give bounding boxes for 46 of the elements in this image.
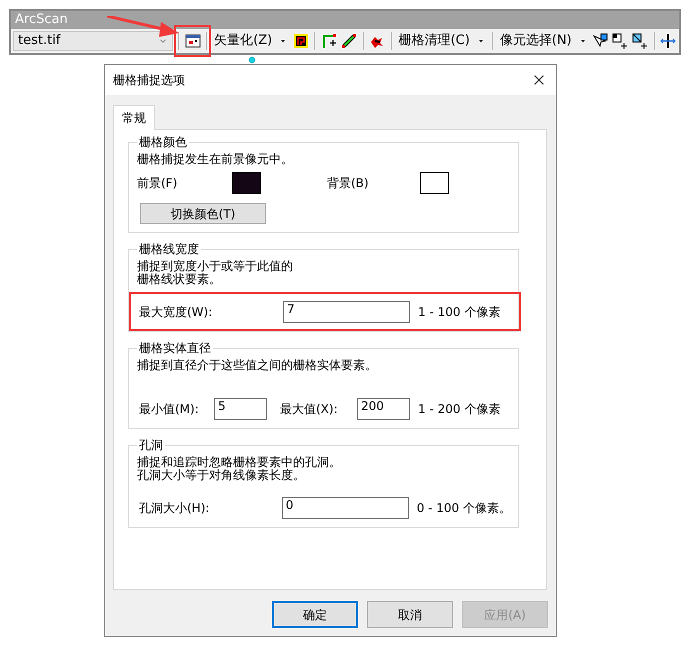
dialog-title: 栅格捕捉选项 bbox=[113, 72, 185, 89]
field-label: 最大值(X): bbox=[280, 400, 339, 418]
cursor-select-icon[interactable] bbox=[592, 33, 608, 49]
group-title: 栅格颜色 bbox=[137, 135, 189, 149]
group-title: 孔洞 bbox=[137, 438, 165, 452]
dialog-button[interactable]: 取消 bbox=[367, 601, 453, 628]
description-text: 栅格线状要素。 bbox=[137, 272, 221, 286]
description-text: 孔洞大小等于对角线像素长度。 bbox=[137, 468, 305, 482]
raster-square-icon[interactable] bbox=[292, 33, 309, 49]
number-field[interactable]: 5 bbox=[214, 398, 267, 420]
arrow-icon bbox=[107, 16, 182, 38]
swap-colors-button[interactable]: 切换颜色(T) bbox=[140, 203, 266, 224]
description-text: 栅格捕捉发生在前景像元中。 bbox=[137, 152, 293, 166]
field-label: 孔洞大小(H): bbox=[138, 500, 210, 516]
window-icon[interactable] bbox=[184, 33, 201, 49]
menu-button[interactable]: 栅格清理(C) bbox=[396, 31, 472, 51]
close-icon[interactable] bbox=[532, 73, 546, 88]
field-label: 最小值(M): bbox=[138, 400, 200, 418]
point-icon bbox=[248, 56, 256, 64]
menu-button[interactable]: 矢量化(Z) bbox=[212, 31, 274, 51]
number-field[interactable]: 200 bbox=[357, 398, 410, 420]
color-swatch[interactable] bbox=[420, 172, 449, 194]
swatch-label: 背景(B) bbox=[327, 175, 370, 192]
description-text: 捕捉和追踪时忽略栅格要素中的孔洞。 bbox=[137, 455, 341, 469]
group-title: 栅格线宽度 bbox=[137, 242, 201, 256]
description-text: 捕捉到宽度小于或等于此值的 bbox=[137, 259, 293, 273]
line-plus-icon[interactable] bbox=[320, 33, 337, 49]
select-plus-icon[interactable] bbox=[612, 33, 628, 49]
toolbar-title: ArcScan bbox=[15, 12, 68, 27]
range-hint: 1 - 100 个像素 bbox=[418, 304, 500, 320]
number-field[interactable]: 7 bbox=[283, 300, 410, 322]
number-field[interactable]: 0 bbox=[282, 496, 409, 518]
field-label: 最大宽度(W): bbox=[138, 304, 214, 320]
description-text: 捕捉到直径介于这些值之间的栅格实体要素。 bbox=[137, 358, 377, 372]
crosshair-icon[interactable] bbox=[660, 33, 676, 49]
layer-dropdown[interactable]: test.tif bbox=[13, 31, 174, 51]
pencil-icon[interactable] bbox=[340, 33, 357, 49]
dialog-button[interactable]: 确定 bbox=[272, 601, 358, 628]
select-line-icon[interactable] bbox=[632, 33, 648, 49]
tab[interactable]: 常规 bbox=[113, 105, 155, 130]
menu-button[interactable]: 像元选择(N) bbox=[498, 31, 574, 51]
group-title: 栅格实体直径 bbox=[137, 341, 213, 355]
range-hint: 0 - 100 个像素。 bbox=[416, 500, 511, 516]
range-hint: 1 - 200 个像素 bbox=[418, 400, 500, 418]
color-swatch[interactable] bbox=[232, 172, 261, 194]
swatch-label: 前景(F) bbox=[137, 175, 178, 192]
